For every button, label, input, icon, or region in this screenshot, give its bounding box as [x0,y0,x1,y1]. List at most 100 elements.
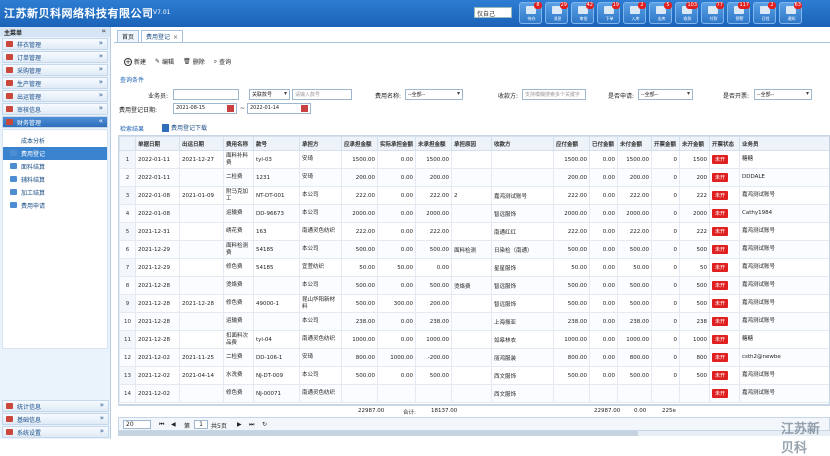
quick-icon-5[interactable]: 出库5 [649,2,672,24]
quick-icon-10[interactable]: 通知63 [779,2,802,24]
invoice-open-select[interactable]: --全部-- [754,89,812,100]
table-cell: 未开 [710,223,740,241]
column-header[interactable]: 开票状态 [710,137,740,151]
edit-button[interactable]: ✎编辑 [155,57,174,66]
menu-statistics[interactable]: 统计信息» [2,400,109,412]
menu-order[interactable]: 订单管理» [2,51,108,63]
sample-icon [6,41,13,47]
table-row[interactable]: 62021-12-29面料检测费54185本公司500.000.00500.00… [120,241,830,259]
horizontal-scrollbar[interactable] [118,431,830,436]
org-select[interactable]: 仅自己 [474,7,512,18]
column-header[interactable]: 应承担金额 [342,137,378,151]
column-header[interactable]: 已付金额 [590,137,618,151]
column-header[interactable]: 款号 [254,137,300,151]
column-header[interactable]: 单据日期 [136,137,180,151]
quick-icon-8[interactable]: 预警117 [727,2,750,24]
menu-sample[interactable]: 样衣管理» [2,38,108,50]
keyword-input[interactable]: 请输入款号 [292,89,352,100]
close-icon[interactable]: × [173,34,178,41]
expand-icon: » [99,52,103,60]
calendar-icon[interactable] [227,105,234,112]
quick-icon-7[interactable]: 付款77 [701,2,724,24]
salesman-input[interactable] [173,89,239,100]
collapse-sidebar-icon[interactable]: « [101,27,106,35]
sub-cost-analysis[interactable]: 成本分析 [3,134,107,147]
next-page-icon[interactable]: ▶ [237,421,242,428]
column-header[interactable]: 费用名称 [224,137,254,151]
fee-name-select[interactable]: --全部-- [405,89,463,100]
page-size-select[interactable]: 20 [123,420,151,429]
column-header[interactable]: 出运日期 [180,137,224,151]
table-row[interactable]: 122021-12-022021-11-25二检费DD-106-1安琦800.0… [120,349,830,367]
table-row[interactable]: 102021-12-28运输费本公司238.000.00238.00上海振亚23… [120,313,830,331]
column-header[interactable]: 开票金额 [652,137,680,151]
column-header[interactable]: 未付金额 [618,137,652,151]
column-header[interactable]: 收款方 [492,137,554,151]
payee-input[interactable]: 支持模糊搜索多个关键字 [522,89,586,100]
column-header[interactable]: 承担方 [300,137,342,151]
sub-process-settle[interactable]: 加工结算 [3,186,107,199]
column-header[interactable] [120,137,136,151]
menu-purchase[interactable]: 采购管理» [2,64,108,76]
menu-production[interactable]: 生产管理» [2,77,108,89]
table-row[interactable]: 12022-01-112021-12-27面料补料费tyl-03安琦1500.0… [120,151,830,169]
quick-icon-3[interactable]: 下单19 [597,2,620,24]
last-page-icon[interactable]: ⏭ [249,421,254,429]
menu-audit[interactable]: 审核信息» [2,103,108,115]
table-row[interactable]: 72021-12-29修色费54185宜萱纺织50.0050.000.00星星服… [120,259,830,277]
sub-fabric-settle[interactable]: 面料结算 [3,160,107,173]
column-header[interactable]: 承担原因 [452,137,492,151]
quick-icon-9[interactable]: 日程2 [753,2,776,24]
table-cell: 未开 [710,277,740,295]
scrollbar-thumb[interactable] [118,431,638,436]
table-row[interactable]: 42022-01-08运输费DD-96673本公司2000.000.002000… [120,205,830,223]
column-header[interactable]: 实际承担金额 [378,137,416,151]
table-row[interactable]: 52021-12-31绣花费163南通灵色纺织222.000.00222.00南… [120,223,830,241]
table-row[interactable]: 112021-12-28扣面料次品费tyl-04南通灵色纺织1000.000.0… [120,331,830,349]
menu-settings[interactable]: 系统设置» [2,426,109,438]
quick-icon-2[interactable]: 审批42 [571,2,594,24]
apply-select[interactable]: --全部-- [638,89,693,100]
calendar-icon[interactable] [301,105,308,112]
table-cell: tyl-03 [254,151,300,169]
keyword-select[interactable]: 关联款号 [249,89,290,100]
menu-finance[interactable]: 财务管理« [2,116,108,128]
quick-icon-4[interactable]: 入库2 [623,2,646,24]
download-button[interactable]: 费用登记下载 [162,123,207,132]
table-cell: 2021-12-29 [136,259,180,277]
page-input[interactable]: 1 [194,420,208,429]
table-row[interactable]: 92021-12-282021-12-28修色费49000-1昆山华阳新材料50… [120,295,830,313]
sub-accessory-settle[interactable]: 辅料结算 [3,173,107,186]
table-cell: DDDALE [740,169,830,187]
column-header[interactable]: 业务员 [740,137,830,151]
table-cell: 嘉鸿测试账号 [740,277,830,295]
column-header[interactable]: 应付金额 [554,137,590,151]
table-cell: 2000.00 [342,205,378,223]
table-row[interactable]: 32022-01-082021-01-09附马克加工NT-DT-001本公司22… [120,187,830,205]
table-row[interactable]: 22022-01-11二检费1231安琦200.000.00200.00200.… [120,169,830,187]
table-row[interactable]: 82021-12-28烫烙费本公司500.000.00500.00烫烙费智远服饰… [120,277,830,295]
table-cell: Cathy1984 [740,205,830,223]
column-header[interactable]: 未开金额 [680,137,710,151]
delete-button[interactable]: 🗑删除 [183,57,205,66]
table-row[interactable]: 132021-12-022021-04-14水洗费NJ-DT-009本公司500… [120,367,830,385]
sub-fee-apply[interactable]: 费用申请 [3,199,107,212]
quick-icon-1[interactable]: 消息29 [545,2,568,24]
table-cell [180,385,224,403]
table-cell: 未开 [710,331,740,349]
expand-icon: » [99,65,103,73]
first-page-icon[interactable]: ⏮ [159,421,164,429]
column-header[interactable]: 未承担金额 [416,137,452,151]
quick-icon-6[interactable]: 收款103 [675,2,698,24]
tab-fee-register[interactable]: 费用登记× [141,30,183,42]
tab-home[interactable]: 首页 [117,30,139,42]
refresh-icon[interactable]: ↻ [262,421,267,428]
query-button[interactable]: ⌕查询 [214,57,231,66]
menu-shipping[interactable]: 出运管理» [2,90,108,102]
prev-page-icon[interactable]: ◀ [171,421,176,428]
sub-fee-register[interactable]: 费用登记 [3,147,107,160]
new-button[interactable]: +新建 [124,57,146,66]
table-row[interactable]: 142021-12-02修色费NJ-00071南通灵色纺织西文服饰未开嘉鸿测试账… [120,385,830,403]
quick-icon-0[interactable]: 待办8 [519,2,542,24]
menu-basic[interactable]: 基础信息» [2,413,109,425]
